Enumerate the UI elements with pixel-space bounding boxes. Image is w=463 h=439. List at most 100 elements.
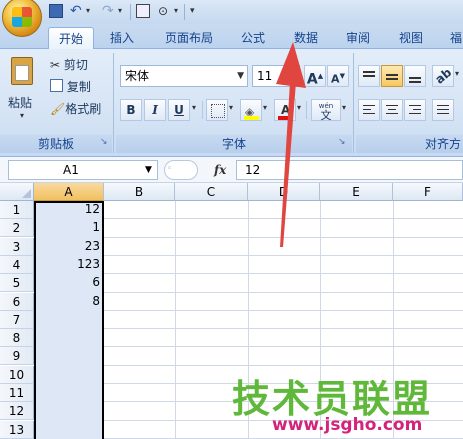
watermark: 技术员联盟 www.jsgho.com [232, 368, 463, 439]
copy-label: 复制 [66, 80, 91, 94]
font-name-select[interactable]: 宋体 ▼ [120, 65, 248, 87]
redo-icon[interactable]: ↷ [102, 4, 116, 18]
middle-align-button[interactable] [381, 65, 403, 87]
cut-label: 剪切 [63, 58, 88, 72]
cell-a2[interactable]: 1 [34, 219, 104, 237]
tab-view[interactable]: 视图 [393, 27, 429, 49]
shrink-font-button[interactable]: A▼ [327, 65, 349, 87]
row-header[interactable]: 8 [0, 329, 34, 348]
cell-a1[interactable]: 12 [34, 201, 104, 219]
calculator-icon[interactable] [136, 4, 150, 18]
column-header-a[interactable]: A [34, 183, 104, 201]
align-left-button[interactable] [358, 99, 380, 121]
row-header[interactable]: 3 [0, 237, 34, 256]
bottom-align-button[interactable] [404, 65, 426, 87]
top-align-button[interactable] [358, 65, 380, 87]
phonetic-dropdown-icon[interactable]: ▾ [342, 103, 346, 112]
row-header[interactable]: 6 [0, 292, 34, 311]
select-all-triangle-icon [22, 189, 31, 198]
row-header[interactable]: 12 [0, 402, 34, 421]
decrease-indent-button[interactable] [432, 99, 454, 121]
name-box[interactable]: A1 ▼ [8, 160, 158, 180]
row-header[interactable]: 13 [0, 420, 34, 439]
chevron-down-icon[interactable]: ▼ [145, 161, 152, 179]
orientation-icon: ab [432, 65, 454, 87]
cell-a4[interactable]: 123 [34, 256, 104, 274]
column-header-e[interactable]: E [320, 183, 393, 201]
tab-partial[interactable]: 福 [446, 27, 463, 49]
formula-resize-handle[interactable]: ◦ [164, 160, 198, 180]
insert-function-button[interactable]: fx [214, 160, 232, 180]
watermark-url: www.jsgho.com [272, 415, 423, 435]
formula-controls: ◦ fx [164, 160, 232, 180]
save-icon[interactable] [49, 4, 63, 18]
undo-icon[interactable]: ↶ [70, 4, 84, 18]
row-header[interactable]: 1 [0, 201, 34, 219]
format-painter-button[interactable]: 🖌格式刷 [50, 99, 112, 119]
fill-color-dropdown-icon[interactable]: ▾ [263, 103, 267, 112]
customize-qat-icon[interactable]: ▾ [190, 4, 204, 18]
record-dropdown-icon[interactable]: ▾ [174, 4, 188, 18]
clipboard-group: 粘贴 ▾ ✂ 剪切 复制 🖌格式刷 剪贴板 ↘ [0, 49, 112, 157]
orientation-dropdown-icon[interactable]: ▾ [455, 69, 459, 78]
paste-dropdown-icon[interactable]: ▾ [20, 111, 24, 120]
cell-a6[interactable]: 8 [34, 293, 104, 311]
tab-formulas[interactable]: 公式 [236, 27, 270, 49]
undo-dropdown-icon[interactable]: ▾ [86, 4, 100, 18]
fill-color-button[interactable]: ◈ [240, 99, 262, 121]
office-logo-icon [12, 7, 32, 27]
phonetic-char: 文 [320, 109, 332, 122]
underline-dropdown-icon[interactable]: ▾ [192, 103, 196, 112]
grow-font-label: A [306, 71, 318, 88]
record-icon[interactable]: ⊙ [158, 4, 172, 18]
paste-label: 粘贴 [8, 96, 33, 110]
paste-button[interactable]: 粘贴 ▾ [4, 53, 42, 129]
column-header-f[interactable]: F [393, 183, 463, 201]
row-header[interactable]: 4 [0, 255, 34, 274]
align-center-button[interactable] [381, 99, 403, 121]
select-all-button[interactable] [0, 183, 34, 201]
formula-bar: A1 ▼ ◦ fx 12 [0, 157, 463, 183]
clipboard-launcher-icon[interactable]: ↘ [100, 137, 108, 147]
column-header-c[interactable]: C [175, 183, 248, 201]
annotation-arrow [276, 42, 306, 247]
phonetic-guide-button[interactable]: wén 文 [311, 99, 341, 121]
cell-a3[interactable]: 23 [34, 238, 104, 256]
borders-icon [211, 104, 225, 118]
quick-access-toolbar: ↶ ▾ ↷ ▾ ⊙ ▾ ▾ [0, 0, 463, 24]
borders-dropdown-icon[interactable]: ▾ [229, 103, 233, 112]
alignment-group-label: 对齐方 [356, 135, 463, 153]
tab-insert[interactable]: 插入 [102, 27, 142, 49]
underline-button[interactable]: U [168, 99, 190, 121]
font-launcher-icon[interactable]: ↘ [338, 137, 346, 147]
name-box-value: A1 [63, 163, 79, 177]
cut-button[interactable]: ✂ 剪切 [50, 55, 110, 75]
column-header-b[interactable]: B [104, 183, 175, 201]
tab-review[interactable]: 审阅 [340, 27, 376, 49]
italic-button[interactable]: I [144, 99, 166, 121]
row-header[interactable]: 5 [0, 274, 34, 293]
row-header[interactable]: 9 [0, 347, 34, 366]
borders-button[interactable] [206, 99, 228, 121]
orientation-button[interactable]: ab [432, 65, 454, 87]
ribbon-tabs: 开始 插入 页面布局 公式 数据 审阅 视图 福 [0, 24, 463, 49]
row-header[interactable]: 7 [0, 310, 34, 329]
cell-a5[interactable]: 6 [34, 274, 104, 292]
shrink-font-label: A [331, 72, 340, 86]
bold-button[interactable]: B [120, 99, 142, 121]
copy-icon [50, 79, 63, 92]
font-name-value: 宋体 [125, 69, 150, 83]
copy-button[interactable]: 复制 [50, 77, 110, 97]
row-header[interactable]: 11 [0, 384, 34, 402]
scissors-icon: ✂ [50, 58, 61, 72]
tab-page-layout[interactable]: 页面布局 [158, 27, 220, 49]
tab-home[interactable]: 开始 [48, 27, 94, 49]
format-painter-label: 格式刷 [65, 102, 102, 116]
alignment-group: ab ▾ 对齐方 [356, 49, 463, 157]
brush-icon: 🖌 [50, 102, 66, 116]
align-right-button[interactable] [404, 99, 426, 121]
arrow-head [276, 42, 306, 88]
row-header[interactable]: 2 [0, 219, 34, 238]
row-header[interactable]: 10 [0, 365, 34, 384]
handle-grip-icon: ◦ [167, 164, 173, 174]
